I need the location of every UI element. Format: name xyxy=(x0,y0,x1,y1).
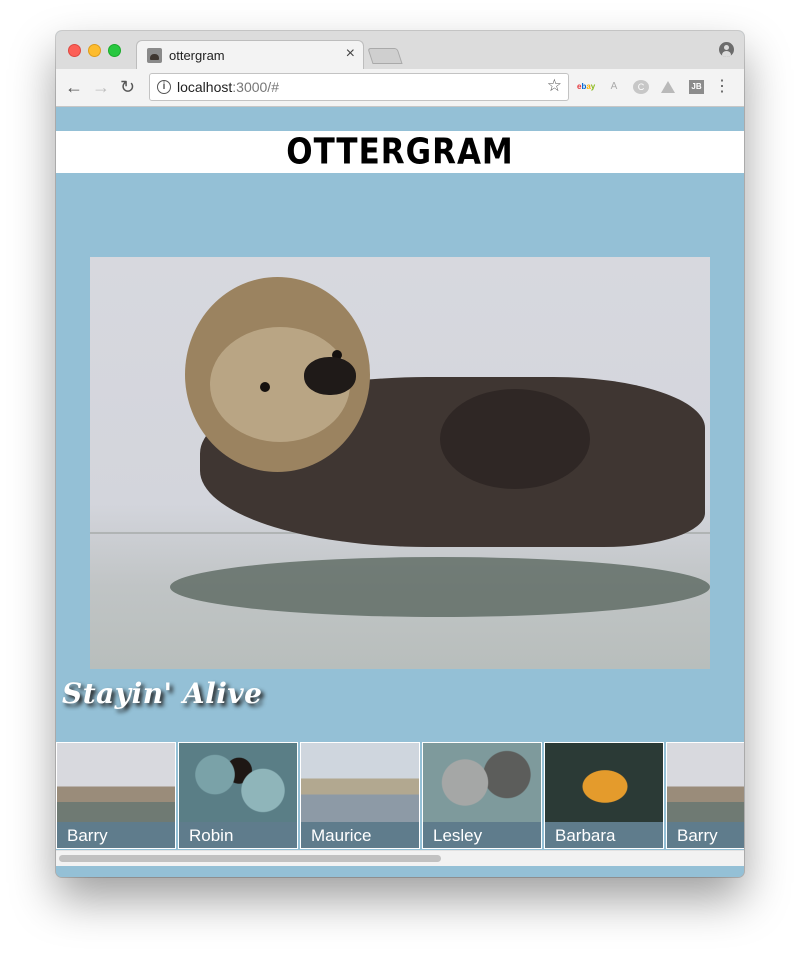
title-bar: ottergram × xyxy=(56,31,744,70)
new-tab-button[interactable] xyxy=(367,48,403,64)
thumbnail-image xyxy=(545,743,663,822)
browser-window: ottergram × ← → ↻ i localhost:3000/# ☆ e… xyxy=(56,31,744,877)
thumbnail-item[interactable]: Barry xyxy=(56,742,176,849)
thumbnail-item[interactable]: Barbara xyxy=(544,742,664,849)
drive-icon[interactable] xyxy=(660,80,676,94)
otter-reflection xyxy=(170,557,710,617)
reload-icon[interactable]: ↻ xyxy=(120,77,135,97)
address-bar[interactable]: i localhost:3000/# ☆ xyxy=(149,73,569,101)
thumbnail-label: Barry xyxy=(57,822,175,848)
ebay-icon[interactable]: ebay xyxy=(577,80,595,94)
logo-header: OTTERGRAM xyxy=(56,131,744,173)
otter-eye xyxy=(260,382,270,392)
minimize-window-button[interactable] xyxy=(88,44,101,57)
thumbnail-label: Barry xyxy=(667,822,744,848)
thumbnail-label: Robin xyxy=(179,822,297,848)
thumbnail-image xyxy=(301,743,419,822)
thumbnail-label: Barbara xyxy=(545,822,663,848)
maximize-window-button[interactable] xyxy=(108,44,121,57)
close-window-button[interactable] xyxy=(68,44,81,57)
thumbnail-item[interactable]: Robin xyxy=(178,742,298,849)
bookmark-star-icon[interactable]: ☆ xyxy=(547,77,562,95)
horizontal-scrollbar[interactable] xyxy=(56,850,744,866)
menu-dots-icon[interactable]: ⋮ xyxy=(714,78,730,96)
page-content: OTTERGRAM Stayin' Alive Barry Robin Maur… xyxy=(56,107,744,877)
otter-nose xyxy=(304,357,356,395)
thumbnail-image xyxy=(667,743,744,822)
a-extension-icon[interactable]: A xyxy=(606,80,622,94)
logo-text: OTTERGRAM xyxy=(286,131,514,173)
tab-title: ottergram xyxy=(169,48,225,63)
thumbnail-item[interactable]: Lesley xyxy=(422,742,542,849)
thumbnail-list: Barry Robin Maurice Lesley Barbara Barry xyxy=(56,742,744,850)
forward-arrow-icon[interactable]: → xyxy=(92,77,110,97)
c-extension-icon[interactable]: C xyxy=(633,80,649,94)
url-text[interactable]: localhost:3000/# xyxy=(177,79,279,95)
thumbnail-image xyxy=(179,743,297,822)
jb-icon[interactable]: JB xyxy=(689,80,704,94)
otter-paw xyxy=(440,389,590,489)
thumbnail-label: Lesley xyxy=(423,822,541,848)
thumbnail-image xyxy=(57,743,175,822)
profile-avatar-icon[interactable] xyxy=(719,42,734,57)
otter-favicon-icon xyxy=(147,48,162,63)
info-icon[interactable]: i xyxy=(157,80,171,94)
back-arrow-icon[interactable]: ← xyxy=(65,77,83,97)
close-tab-icon[interactable]: × xyxy=(346,45,355,63)
thumbnail-item[interactable]: Barry xyxy=(666,742,744,849)
browser-toolbar: ← → ↻ i localhost:3000/# ☆ ebay A C JB ⋮ xyxy=(56,69,744,107)
thumbnail-item[interactable]: Maurice xyxy=(300,742,420,849)
scrollbar-thumb[interactable] xyxy=(59,855,441,862)
thumbnail-image xyxy=(423,743,541,822)
browser-tab[interactable]: ottergram × xyxy=(136,40,364,70)
detail-image xyxy=(90,257,710,669)
thumbnail-label: Maurice xyxy=(301,822,419,848)
detail-title: Stayin' Alive xyxy=(62,677,263,710)
